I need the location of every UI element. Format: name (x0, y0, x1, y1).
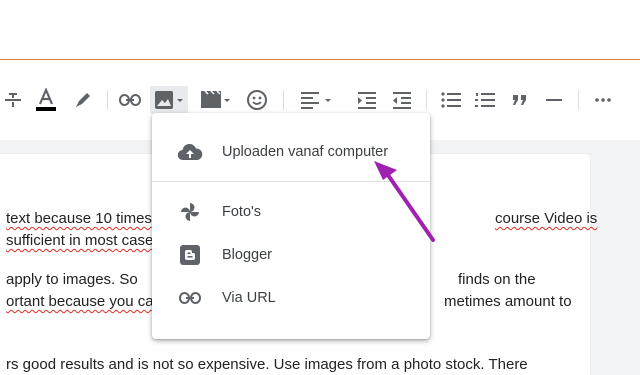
content-line: apply to images. So (6, 271, 138, 288)
toolbar-divider (426, 90, 427, 110)
menu-item-label: Foto's (222, 204, 262, 220)
bulleted-list-icon[interactable] (440, 88, 462, 112)
menu-item-photos[interactable]: Foto's (152, 192, 430, 232)
link-icon (177, 286, 203, 310)
content-line: metimes amount to (444, 293, 572, 310)
content-line: text because 10 times (6, 210, 152, 227)
google-photos-icon (177, 200, 203, 224)
content-line: finds on the (458, 271, 536, 288)
content-line: ortant because you ca (6, 293, 154, 310)
highlight-icon[interactable] (72, 88, 94, 112)
content-line: sufficient in most case (6, 232, 154, 249)
numbered-list-icon[interactable] (474, 88, 496, 112)
image-icon (154, 88, 186, 112)
video-icon[interactable] (200, 88, 232, 112)
toolbar-divider (578, 90, 579, 110)
menu-divider (152, 181, 430, 182)
cloud-upload-icon (177, 140, 203, 164)
toolbar-divider (283, 90, 284, 110)
menu-item-upload-from-computer[interactable]: Uploaden vanaf computer (152, 132, 430, 172)
menu-item-blogger[interactable]: Blogger (152, 235, 430, 275)
strikethrough-icon[interactable] (2, 88, 24, 112)
text-color-icon[interactable] (34, 88, 58, 112)
quote-icon[interactable] (509, 88, 531, 112)
link-icon[interactable] (118, 88, 142, 112)
more-icon[interactable] (592, 88, 614, 112)
indent-icon[interactable] (355, 88, 379, 112)
blogger-icon (177, 243, 203, 267)
toolbar-divider (107, 90, 108, 110)
top-header-bar (0, 0, 640, 60)
outdent-icon[interactable] (390, 88, 414, 112)
menu-item-label: Uploaden vanaf computer (222, 144, 389, 160)
content-line: course Video is (495, 210, 598, 227)
menu-item-label: Blogger (222, 247, 272, 263)
align-icon[interactable] (300, 88, 334, 112)
image-insert-menu: Uploaden vanaf computer Foto's Blogger V… (152, 113, 430, 339)
menu-item-via-url[interactable]: Via URL (152, 278, 430, 318)
emoji-icon[interactable] (245, 88, 269, 112)
content-line: rs good results and is not so expensive.… (6, 356, 528, 373)
horizontal-rule-icon[interactable] (543, 88, 565, 112)
menu-item-label: Via URL (222, 290, 276, 306)
